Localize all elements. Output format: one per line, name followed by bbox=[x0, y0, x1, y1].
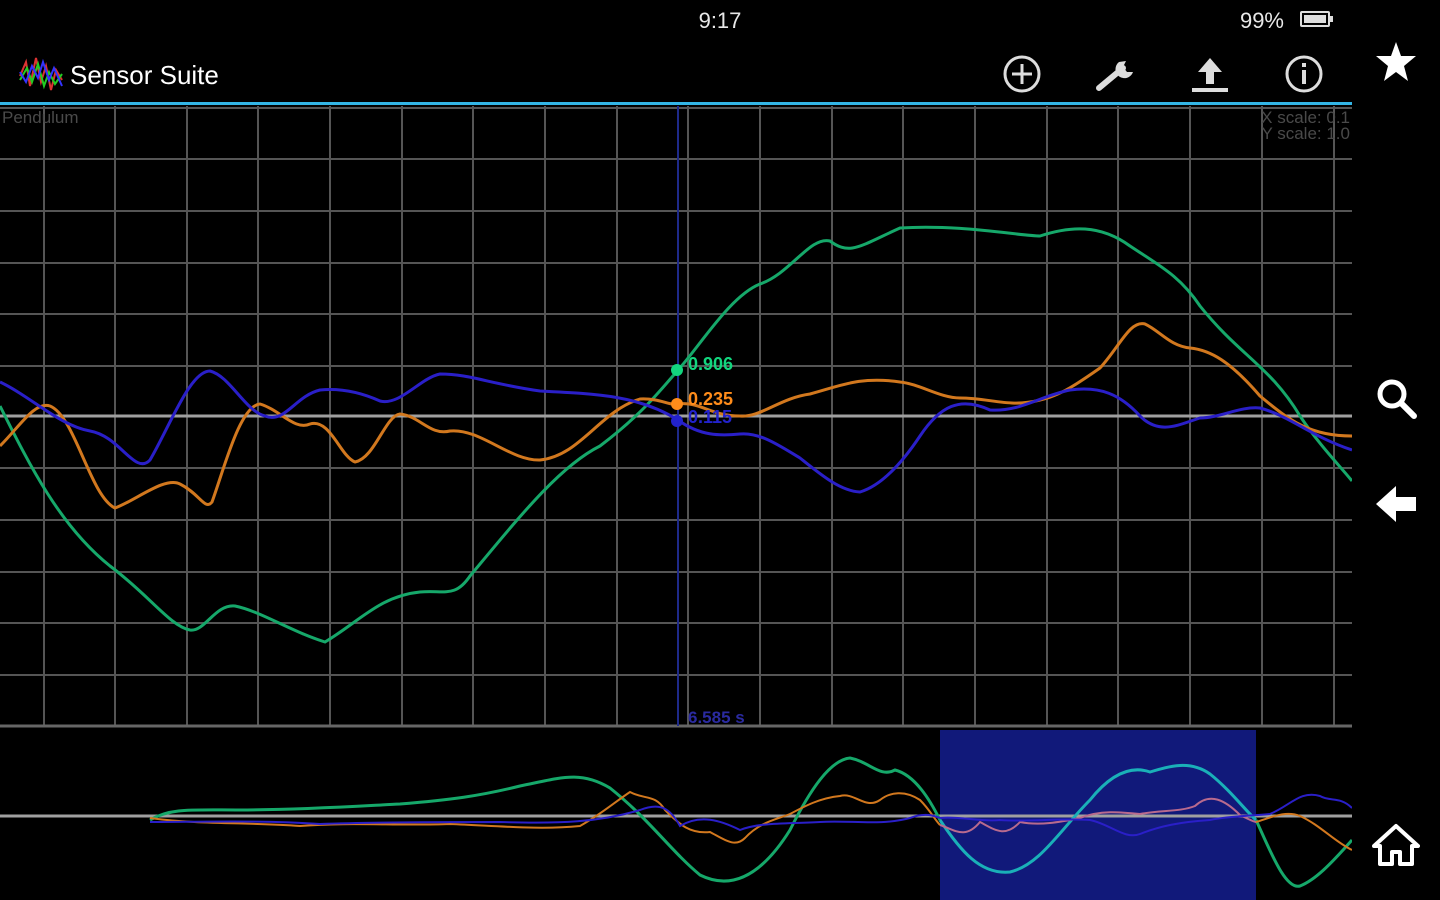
info-circle-icon bbox=[1285, 55, 1323, 93]
favorite-button[interactable] bbox=[1352, 32, 1440, 92]
action-bar-divider bbox=[0, 102, 1352, 105]
overview-green-line bbox=[149, 756, 942, 883]
back-button[interactable] bbox=[1352, 474, 1440, 534]
cursor-value-green: 0.906 bbox=[688, 354, 734, 374]
main-graph[interactable] bbox=[0, 106, 1352, 728]
cursor-marker-blue bbox=[671, 415, 683, 427]
info-button[interactable] bbox=[1280, 52, 1328, 96]
home-icon bbox=[1372, 824, 1420, 866]
search-button[interactable] bbox=[1352, 368, 1440, 428]
search-icon bbox=[1377, 379, 1417, 419]
plus-circle-icon bbox=[1003, 55, 1041, 93]
upload-icon bbox=[1192, 58, 1228, 92]
graph-name-label: Pendulum bbox=[2, 108, 79, 127]
y-scale-label: Y scale: 1.0 bbox=[1261, 124, 1350, 143]
app-title: Sensor Suite bbox=[70, 60, 219, 90]
wrench-icon bbox=[1096, 61, 1133, 91]
cursor-time-label: 6.585 s bbox=[688, 708, 745, 727]
overview-green-tail-line bbox=[1254, 819, 1352, 888]
overview-orange-tail-line bbox=[1255, 812, 1352, 851]
cursor-marker-green bbox=[671, 364, 683, 376]
battery-percentage: 99% bbox=[1239, 8, 1284, 33]
add-button[interactable] bbox=[998, 52, 1046, 96]
waveform-logo-icon bbox=[19, 57, 63, 91]
cursor-value-blue: 0.115 bbox=[688, 407, 733, 427]
status-clock: 9:17 bbox=[698, 8, 742, 33]
cursor-marker-orange bbox=[671, 398, 683, 410]
battery-icon bbox=[1300, 11, 1333, 27]
series-blue-line bbox=[0, 369, 1352, 494]
upload-button[interactable] bbox=[1186, 52, 1234, 96]
arrow-left-icon bbox=[1376, 486, 1416, 522]
home-button[interactable] bbox=[1352, 814, 1440, 874]
star-icon bbox=[1376, 42, 1416, 81]
series-green-line bbox=[0, 225, 1352, 644]
navigation-bar bbox=[1352, 0, 1440, 900]
settings-button[interactable] bbox=[1092, 52, 1140, 96]
overview-graph[interactable] bbox=[0, 730, 1352, 900]
